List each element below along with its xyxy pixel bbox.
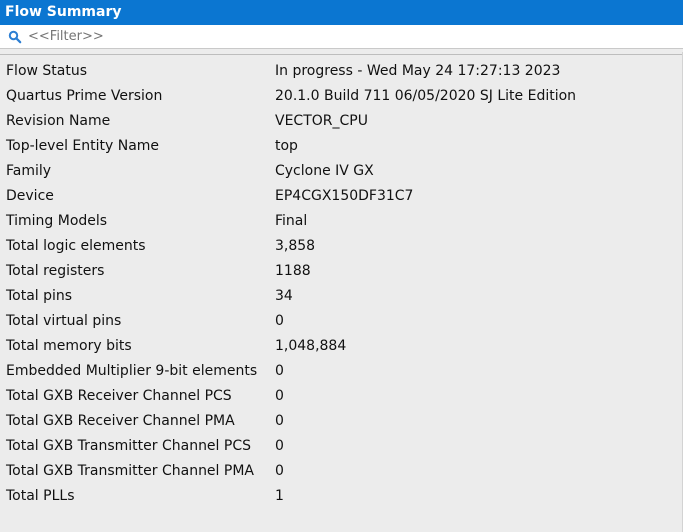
table-row[interactable]: Total logic elements 3,858: [0, 234, 683, 259]
row-label: Embedded Multiplier 9-bit elements: [6, 363, 258, 379]
table-row[interactable]: Total GXB Transmitter Channel PMA 0: [0, 459, 683, 484]
row-label: Top-level Entity Name: [6, 138, 160, 154]
row-label: Total PLLs: [6, 488, 75, 504]
table-row[interactable]: Total GXB Receiver Channel PMA 0: [0, 409, 683, 434]
table-row[interactable]: Timing Models Final: [0, 209, 683, 234]
row-value: 1,048,884: [275, 338, 347, 354]
row-label: Family: [6, 163, 52, 179]
row-value: 0: [275, 388, 284, 404]
row-value: 3,858: [275, 238, 316, 254]
table-row[interactable]: Total GXB Transmitter Channel PCS 0: [0, 434, 683, 459]
row-value: 0: [275, 463, 284, 479]
row-value: In progress - Wed May 24 17:27:13 2023: [275, 63, 561, 79]
table-row[interactable]: Revision Name VECTOR_CPU: [0, 109, 683, 134]
window-title: Flow Summary: [0, 0, 683, 25]
row-value: Final: [275, 213, 308, 229]
row-value: 34: [275, 288, 293, 304]
row-label: Total pins: [6, 288, 73, 304]
row-value: EP4CGX150DF31C7: [275, 188, 414, 204]
row-value: 1: [275, 488, 284, 504]
row-label: Total virtual pins: [6, 313, 122, 329]
search-icon[interactable]: [8, 30, 22, 44]
row-label: Total registers: [6, 263, 105, 279]
row-value: 20.1.0 Build 711 06/05/2020 SJ Lite Edit…: [275, 88, 577, 104]
row-label: Device: [6, 188, 54, 204]
summary-table: Flow Status In progress - Wed May 24 17:2…: [0, 54, 683, 524]
row-label: Total GXB Receiver Channel PMA: [6, 413, 235, 429]
table-row[interactable]: Flow Status In progress - Wed May 24 17:2…: [0, 59, 683, 84]
row-value: 0: [275, 413, 284, 429]
row-value: top: [275, 138, 298, 154]
row-label: Total memory bits: [6, 338, 132, 354]
table-row[interactable]: Total registers 1188: [0, 259, 683, 284]
table-row[interactable]: Family Cyclone IV GX: [0, 159, 683, 184]
row-label: Flow Status: [6, 63, 88, 79]
table-row[interactable]: Embedded Multiplier 9-bit elements 0: [0, 359, 683, 384]
row-label: Quartus Prime Version: [6, 88, 163, 104]
row-value: 0: [275, 313, 284, 329]
table-row[interactable]: Total PLLs 1: [0, 484, 683, 509]
table-row[interactable]: Total memory bits 1,048,884: [0, 334, 683, 359]
row-label: Timing Models: [6, 213, 108, 229]
row-label: Total GXB Receiver Channel PCS: [6, 388, 232, 404]
row-value: VECTOR_CPU: [275, 113, 368, 129]
row-value: 0: [275, 438, 284, 454]
table-row[interactable]: Total virtual pins 0: [0, 309, 683, 334]
filter-input[interactable]: [28, 29, 648, 44]
row-label: Total GXB Transmitter Channel PMA: [6, 463, 254, 479]
summary-rows: Flow Status In progress - Wed May 24 17:2…: [0, 55, 683, 509]
row-value: 0: [275, 363, 284, 379]
flow-summary-window: Flow Summary Flow Status In progress - We…: [0, 0, 683, 532]
filter-bar: [0, 25, 683, 49]
table-row[interactable]: Total pins 34: [0, 284, 683, 309]
table-row[interactable]: Top-level Entity Name top: [0, 134, 683, 159]
row-label: Revision Name: [6, 113, 111, 129]
row-label: Total GXB Transmitter Channel PCS: [6, 438, 251, 454]
row-value: 1188: [275, 263, 311, 279]
table-row[interactable]: Total GXB Receiver Channel PCS 0: [0, 384, 683, 409]
table-row[interactable]: Device EP4CGX150DF31C7: [0, 184, 683, 209]
row-value: Cyclone IV GX: [275, 163, 374, 179]
row-label: Total logic elements: [6, 238, 146, 254]
table-row[interactable]: Quartus Prime Version 20.1.0 Build 711 06…: [0, 84, 683, 109]
